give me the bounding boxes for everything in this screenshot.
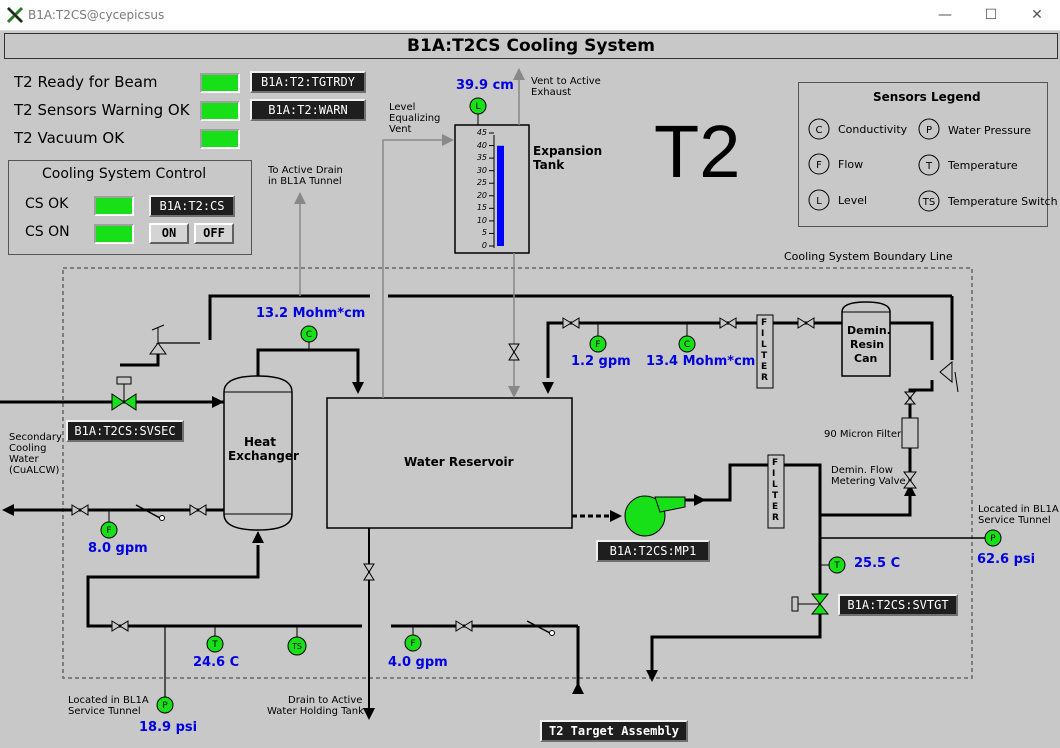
- legend-pressure: Water Pressure: [948, 124, 1031, 137]
- svg-text:T: T: [211, 640, 218, 650]
- boundary-label: Cooling System Boundary Line: [784, 250, 953, 263]
- demin-label-2: Resin: [850, 338, 885, 351]
- legend-conductivity: Conductivity: [838, 123, 908, 136]
- drain-hold-label-2: Water Holding Tank: [267, 706, 364, 717]
- cs-ok-led: [94, 196, 134, 216]
- vent-exhaust-label-1: Vent to Active: [531, 76, 601, 87]
- expansion-label-2: Tank: [533, 158, 565, 172]
- metering-label-2: Metering Valve: [831, 476, 906, 487]
- flow-demin-reading: 1.2 gpm: [571, 354, 631, 369]
- tank-tick-label: 25: [476, 178, 487, 188]
- legend-temperature: Temperature: [948, 159, 1018, 172]
- svtgt-pv[interactable]: B1A:T2CS:SVTGT: [838, 594, 958, 616]
- level-vent-label-3: Vent: [389, 124, 412, 135]
- micron-label: 90 Micron Filter: [824, 429, 902, 440]
- ready-led: [200, 73, 240, 93]
- active-drain-label-2: in BL1A Tunnel: [268, 176, 342, 187]
- loc-supply-label-2: Service Tunnel: [978, 515, 1051, 526]
- svg-text:P: P: [990, 534, 996, 544]
- flow-secondary-reading: 8.0 gpm: [88, 541, 148, 556]
- warn-led: [200, 101, 240, 121]
- micron-filter: [901, 417, 919, 449]
- ready-label: T2 Ready for Beam: [14, 73, 158, 91]
- tank-tick-label: 15: [476, 203, 487, 213]
- reservoir-label: Water Reservoir: [404, 455, 514, 469]
- pressure-return-reading: 18.9 psi: [139, 720, 198, 735]
- cs-on-led: [94, 224, 134, 244]
- heat-label-1: Heat: [244, 435, 277, 449]
- tank-tick-label: 10: [476, 215, 487, 225]
- target-assembly-pv[interactable]: T2 Target Assembly: [540, 720, 688, 742]
- svg-text:C: C: [684, 340, 690, 350]
- filter-bottom-label: FILTER: [772, 458, 779, 523]
- temp-supply-reading: 25.5 C: [854, 556, 901, 571]
- legend-temp-switch: Temperature Switch: [948, 195, 1058, 208]
- secondary-label-3: Water: [9, 454, 39, 465]
- level-vent-label-1: Level: [389, 102, 416, 113]
- level-vent-label-2: Equalizing: [389, 113, 441, 124]
- secondary-label-1: Secondary: [9, 432, 62, 443]
- vacuum-label: T2 Vacuum OK: [14, 129, 125, 147]
- svg-text:L: L: [475, 102, 480, 112]
- warn-pv[interactable]: B1A:T2:WARN: [250, 99, 366, 121]
- svg-text:F: F: [106, 526, 111, 536]
- ready-pv[interactable]: B1A:T2:TGTRDY: [250, 71, 366, 93]
- flow-return-reading: 4.0 gpm: [388, 655, 448, 670]
- tank-tick-label: 40: [476, 140, 487, 150]
- tank-tick-label: 0: [481, 241, 487, 250]
- metering-label-1: Demin. Flow: [831, 465, 893, 476]
- cs-on-label: CS ON: [25, 224, 70, 240]
- secondary-label-2: Cooling: [9, 443, 47, 454]
- mp1-pv[interactable]: B1A:T2CS:MP1: [596, 540, 710, 562]
- vent-exhaust-label-2: Exhaust: [531, 87, 572, 98]
- svsec-pv[interactable]: B1A:T2CS:SVSEC: [66, 420, 184, 442]
- cs-ok-pv[interactable]: B1A:T2:CS: [149, 195, 235, 217]
- control-title: Cooling System Control: [42, 166, 207, 182]
- warn-label: T2 Sensors Warning OK: [14, 101, 190, 119]
- temp-return-reading: 24.6 C: [193, 655, 240, 670]
- t2-big-label: T2: [654, 110, 741, 193]
- tank-tick-label: 35: [476, 153, 487, 163]
- demin-label-1: Demin.: [847, 324, 891, 337]
- active-drain-label-1: To Active Drain: [268, 165, 343, 176]
- tank-tick-label: 20: [476, 190, 487, 200]
- cs-ok-label: CS OK: [25, 196, 69, 212]
- legend-title: Sensors Legend: [873, 90, 981, 104]
- svg-text:F: F: [410, 639, 415, 649]
- expansion-label-1: Expansion: [533, 144, 603, 158]
- tank-tick-label: 45: [476, 128, 487, 137]
- off-button[interactable]: OFF: [194, 223, 234, 244]
- svg-text:F: F: [595, 340, 600, 350]
- tank-tick-label: 5: [481, 228, 487, 238]
- loc-return-label-1: Located in BL1A: [68, 695, 149, 706]
- loc-supply-label-1: Located in BL1A: [978, 504, 1059, 515]
- pressure-supply-reading: 62.6 psi: [977, 552, 1036, 567]
- secondary-label-4: (CuALCW): [9, 465, 60, 476]
- on-button[interactable]: ON: [149, 223, 189, 244]
- svg-text:C: C: [306, 330, 312, 340]
- svg-text:T: T: [833, 561, 840, 571]
- level-bar: [497, 145, 504, 246]
- loc-return-label-2: Service Tunnel: [68, 706, 141, 717]
- cond-hx-reading: 13.2 Mohm*cm: [256, 306, 366, 321]
- level-reading: 39.9 cm: [456, 78, 514, 93]
- filter-top-label: FILTER: [761, 318, 768, 383]
- legend-level: Level: [838, 194, 868, 207]
- tank-tick-label: 30: [476, 165, 487, 175]
- vacuum-led: [200, 129, 240, 149]
- svg-text:TS: TS: [291, 642, 302, 651]
- heat-label-2: Exchanger: [228, 449, 299, 463]
- demin-label-3: Can: [854, 352, 878, 365]
- drain-hold-label-1: Drain to Active: [288, 695, 363, 706]
- svg-text:P: P: [162, 701, 168, 711]
- cond-demin-reading: 13.4 Mohm*cm: [646, 354, 756, 369]
- legend-flow: Flow: [838, 158, 864, 171]
